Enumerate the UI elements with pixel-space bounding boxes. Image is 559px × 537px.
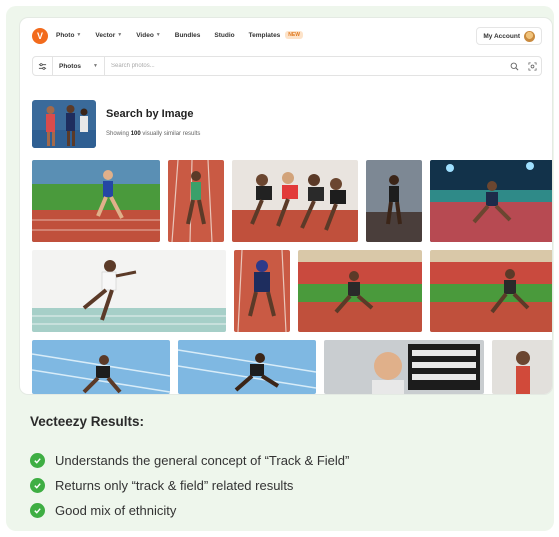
check-circle-icon [30, 478, 45, 493]
photo-runner-woman-blue [32, 160, 160, 242]
results-count: 100 [130, 131, 141, 137]
result-image[interactable] [298, 250, 422, 332]
result-image[interactable] [234, 250, 290, 332]
result-image[interactable] [32, 160, 160, 242]
photo-runner-green [168, 160, 224, 242]
nav-item-templates[interactable]: Templates NEW [249, 31, 303, 39]
screenshot-card: V Photo ▼ Vector ▼ Video ▼ Bundles Studio T… [20, 18, 552, 394]
bullet-text: Good mix of ethnicity [55, 503, 177, 518]
result-image[interactable] [32, 250, 226, 332]
photo-sprinters-start [232, 160, 358, 242]
photo-athlete-stadium [366, 160, 422, 242]
result-image[interactable] [324, 340, 484, 394]
list-item: Good mix of ethnicity [30, 498, 349, 523]
photo-athlete-crouch [492, 340, 552, 394]
result-image[interactable] [366, 160, 422, 242]
top-nav: V Photo ▼ Vector ▼ Video ▼ Bundles Studio T… [20, 18, 552, 52]
check-circle-icon [30, 503, 45, 518]
new-badge: NEW [285, 31, 303, 39]
results-title: Vecteezy Results: [30, 414, 145, 429]
search-icon [510, 62, 518, 70]
result-image[interactable] [492, 340, 552, 394]
bullet-text: Returns only “track & field” related res… [55, 478, 294, 493]
nav-item-label: Bundles [174, 31, 201, 39]
chevron-down-icon: ▼ [93, 63, 98, 69]
result-image[interactable] [178, 340, 316, 394]
photo-blue-track-1 [32, 340, 170, 394]
photo-stadium-sprint-2 [430, 250, 552, 332]
nav-item-vector[interactable]: Vector ▼ [95, 31, 122, 39]
query-image-thumbnail[interactable] [32, 100, 96, 148]
chevron-down-icon: ▼ [117, 32, 123, 38]
subtitle-suffix: visually similar results [142, 131, 201, 137]
sliders-icon [38, 62, 47, 70]
nav-item-label: Templates [248, 31, 281, 39]
account-label: My Account [483, 32, 520, 40]
chevron-down-icon: ▼ [76, 32, 82, 38]
list-item: Returns only “track & field” related res… [30, 473, 349, 498]
result-image[interactable] [232, 160, 358, 242]
query-image [32, 100, 96, 148]
result-image[interactable] [168, 160, 224, 242]
nav-item-bundles[interactable]: Bundles [175, 31, 201, 39]
search-button[interactable] [505, 57, 523, 75]
nav-menu: Photo ▼ Vector ▼ Video ▼ Bundles Studio Tem… [56, 31, 303, 39]
asset-type-select[interactable]: Photos ▼ [53, 57, 105, 75]
search-bar: Photos ▼ [32, 56, 542, 76]
nav-item-studio[interactable]: Studio [214, 31, 234, 39]
nav-item-label: Studio [214, 31, 235, 39]
image-search-icon [527, 61, 537, 71]
photo-blue-track-2 [178, 340, 316, 394]
nav-item-label: Video [136, 31, 154, 39]
filter-button[interactable] [33, 57, 53, 75]
nav-item-video[interactable]: Video ▼ [136, 31, 161, 39]
vecteezy-logo-icon[interactable]: V [32, 28, 48, 44]
nav-item-label: Vector [95, 31, 116, 39]
check-circle-icon [30, 453, 45, 468]
bullet-text: Understands the general concept of “Trac… [55, 453, 350, 468]
results-count-text: Showing 100 visually similar results [106, 131, 200, 137]
nav-item-label: Photo [56, 31, 75, 39]
result-image[interactable] [430, 250, 552, 332]
photo-scoreboard-athlete [324, 340, 484, 394]
photo-stadium-sprint-1 [298, 250, 422, 332]
photo-starting-block [234, 250, 290, 332]
results-bullet-list: Understands the general concept of “Trac… [30, 448, 349, 523]
asset-type-label: Photos [59, 62, 82, 70]
nav-item-photo[interactable]: Photo ▼ [56, 31, 81, 39]
my-account-button[interactable]: My Account [476, 27, 542, 45]
result-image[interactable] [32, 340, 170, 394]
avatar [524, 30, 535, 42]
chevron-down-icon: ▼ [155, 32, 161, 38]
image-search-button[interactable] [523, 57, 541, 75]
search-by-image-title: Search by Image [106, 108, 194, 120]
list-item: Understands the general concept of “Trac… [30, 448, 349, 473]
subtitle-prefix: Showing [106, 131, 130, 137]
photo-runner-white [32, 250, 226, 332]
photo-night-stadium-runner [430, 160, 552, 242]
search-input[interactable] [105, 63, 505, 69]
result-image[interactable] [430, 160, 552, 242]
